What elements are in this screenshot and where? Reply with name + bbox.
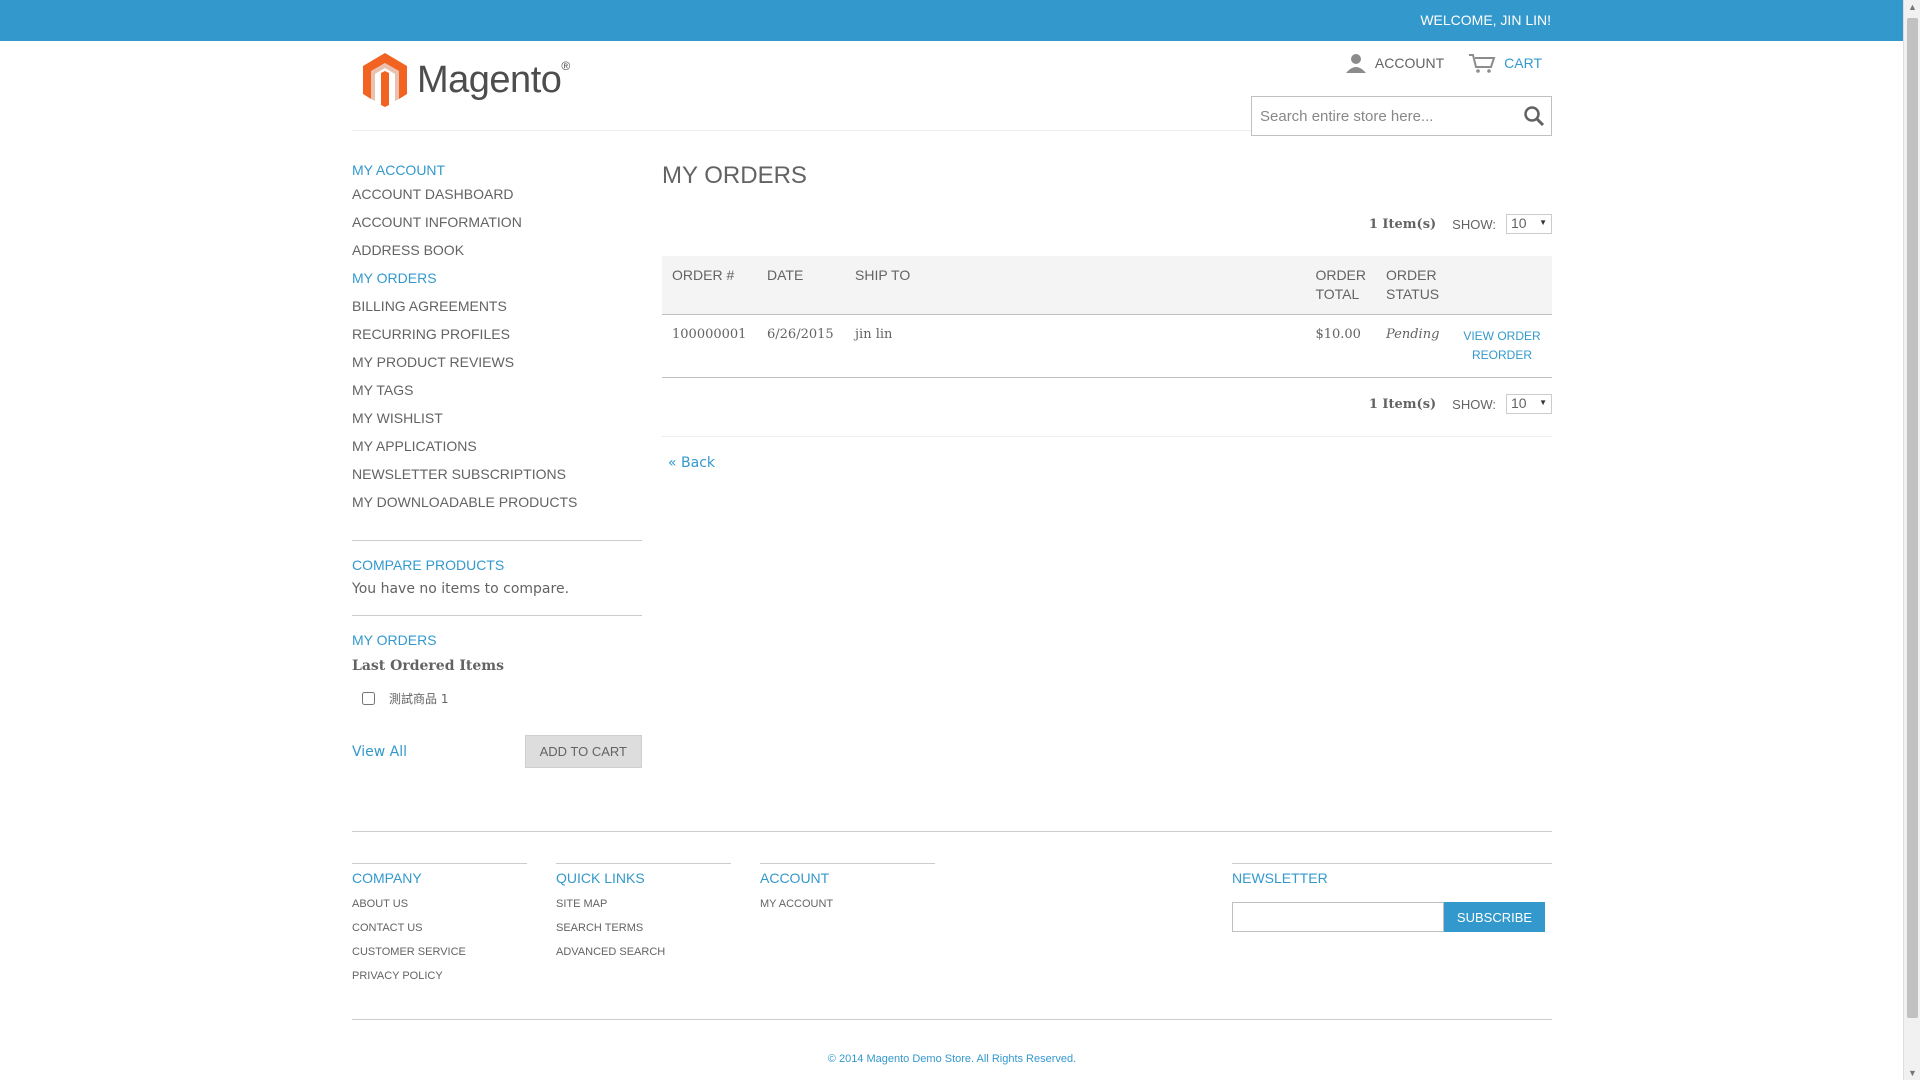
footer-link-advanced-search[interactable]: ADVANCED SEARCH: [556, 946, 731, 970]
cart-icon: [1469, 54, 1496, 73]
newsletter-email-input[interactable]: [1232, 902, 1444, 932]
col-order-number: ORDER #: [662, 256, 757, 315]
magento-logo[interactable]: Magento®: [361, 51, 570, 109]
my-orders-block-title: MY ORDERS: [352, 632, 437, 648]
search-box: [1251, 96, 1552, 136]
add-to-cart-button[interactable]: ADD TO CART: [524, 735, 642, 768]
footer-link-customer-service[interactable]: CUSTOMER SERVICE: [352, 946, 527, 970]
last-ordered-title: Last Ordered Items: [352, 658, 504, 674]
item-count: 1 Item(s): [1368, 396, 1437, 412]
col-order-status: ORDER STATUS: [1376, 256, 1452, 315]
view-all-link[interactable]: View All: [352, 744, 407, 760]
footer-company-title: COMPANY: [352, 870, 422, 886]
footer-link-my-account[interactable]: MY ACCOUNT: [760, 898, 935, 922]
scrollbar-thumb[interactable]: [1907, 18, 1918, 1018]
search-icon: [1524, 106, 1545, 127]
table-row: 100000001 6/26/2015 jin lin $10.00 Pendi…: [662, 314, 1552, 378]
page-scrollbar[interactable]: ▲ ▼: [1903, 0, 1920, 1080]
account-link[interactable]: ACCOUNT: [1345, 53, 1444, 73]
sidebar-item-billing-agreements[interactable]: BILLING AGREEMENTS: [352, 298, 642, 326]
col-date: DATE: [757, 256, 845, 315]
search-button[interactable]: [1523, 105, 1545, 132]
page-title: MY ORDERS: [662, 162, 807, 189]
show-label: SHOW:: [1452, 396, 1496, 412]
limit-select[interactable]: 10: [1506, 214, 1552, 234]
header-links: ACCOUNT CART: [1345, 53, 1542, 73]
footer-link-site-map[interactable]: SITE MAP: [556, 898, 731, 922]
logo-wordmark: Magento®: [417, 58, 570, 101]
sidebar-item-my-orders[interactable]: MY ORDERS: [352, 270, 642, 298]
sidebar-item-recurring-profiles[interactable]: RECURRING PROFILES: [352, 326, 642, 354]
sidebar-divider: [352, 540, 642, 541]
item-count: 1 Item(s): [1368, 216, 1437, 232]
col-actions: [1452, 256, 1552, 315]
top-bar: WELCOME, JIN LIN!: [0, 0, 1903, 41]
col-ship-to: SHIP TO: [845, 256, 1306, 315]
last-ordered-actions: View All ADD TO CART: [352, 735, 642, 768]
scroll-up-icon[interactable]: ▲: [1908, 2, 1917, 12]
footer-account: ACCOUNT MY ACCOUNT: [760, 863, 935, 922]
account-nav: ACCOUNT DASHBOARD ACCOUNT INFORMATION AD…: [352, 186, 642, 522]
magento-logo-icon: [363, 53, 407, 107]
footer-link-search-terms[interactable]: SEARCH TERMS: [556, 922, 731, 946]
footer-link-privacy-policy[interactable]: PRIVACY POLICY: [352, 970, 527, 994]
order-total: $10.00: [1305, 314, 1376, 378]
order-status: Pending: [1376, 314, 1452, 378]
sidebar-item-my-wishlist[interactable]: MY WISHLIST: [352, 410, 642, 438]
sidebar-item-my-tags[interactable]: MY TAGS: [352, 382, 642, 410]
footer-quick-links-title: QUICK LINKS: [556, 870, 645, 886]
footer-quick-links: QUICK LINKS SITE MAP SEARCH TERMS ADVANC…: [556, 863, 731, 970]
welcome-message: WELCOME, JIN LIN!: [1420, 12, 1551, 28]
sidebar-item-my-applications[interactable]: MY APPLICATIONS: [352, 438, 642, 466]
footer-account-title: ACCOUNT: [760, 870, 830, 886]
pager-top: 1 Item(s) SHOW: 10: [662, 212, 1552, 236]
orders-main: MY ORDERS 1 Item(s) SHOW: 10 ORDER # DAT…: [662, 162, 1552, 472]
order-number: 100000001: [662, 314, 757, 378]
account-sidebar: MY ACCOUNT ACCOUNT DASHBOARD ACCOUNT INF…: [352, 162, 642, 768]
cart-label: CART: [1504, 55, 1542, 71]
newsletter-title: NEWSLETTER: [1232, 870, 1328, 886]
copyright-text: © 2014 Magento Demo Store. All Rights Re…: [827, 1053, 1077, 1065]
footer-newsletter: NEWSLETTER SUBSCRIBE: [1232, 863, 1552, 932]
cart-link[interactable]: CART: [1468, 53, 1542, 73]
reorder-link[interactable]: REORDER: [1462, 346, 1542, 365]
site-footer: COMPANY ABOUT US CONTACT US CUSTOMER SER…: [352, 831, 1552, 982]
order-ship-to: jin lin: [845, 314, 1306, 378]
sidebar-item-address-book[interactable]: ADDRESS BOOK: [352, 242, 642, 270]
site-header: Magento® ACCOUNT CART: [352, 41, 1552, 136]
last-ordered-item-name[interactable]: 測試商品 1: [389, 690, 448, 707]
compare-products-title: COMPARE PRODUCTS: [352, 557, 505, 573]
sidebar-item-account-dashboard[interactable]: ACCOUNT DASHBOARD: [352, 186, 642, 214]
footer-company: COMPANY ABOUT US CONTACT US CUSTOMER SER…: [352, 863, 527, 994]
copyright-divider: [352, 1019, 1552, 1020]
col-order-total: ORDER TOTAL: [1305, 256, 1376, 315]
footer-link-about-us[interactable]: ABOUT US: [352, 898, 527, 922]
subscribe-button[interactable]: SUBSCRIBE: [1444, 902, 1545, 932]
order-actions: VIEW ORDER REORDER: [1452, 314, 1552, 378]
pager-bottom: 1 Item(s) SHOW: 10: [662, 392, 1552, 416]
main-divider: [662, 436, 1552, 437]
compare-empty-text: You have no items to compare.: [352, 581, 570, 597]
account-label: ACCOUNT: [1374, 55, 1445, 71]
limit-select[interactable]: 10: [1506, 394, 1552, 414]
sidebar-item-newsletter-subscriptions[interactable]: NEWSLETTER SUBSCRIPTIONS: [352, 466, 642, 494]
view-order-link[interactable]: VIEW ORDER: [1462, 327, 1542, 346]
order-date: 6/26/2015: [757, 314, 845, 378]
sidebar-divider: [352, 615, 642, 616]
sidebar-item-downloadable-products[interactable]: MY DOWNLOADABLE PRODUCTS: [352, 494, 642, 522]
sidebar-item-product-reviews[interactable]: MY PRODUCT REVIEWS: [352, 354, 642, 382]
user-icon: [1345, 54, 1366, 73]
search-input[interactable]: [1252, 97, 1507, 135]
my-account-title: MY ACCOUNT: [352, 162, 446, 178]
sidebar-item-account-information[interactable]: ACCOUNT INFORMATION: [352, 214, 642, 242]
orders-table: ORDER # DATE SHIP TO ORDER TOTAL ORDER S…: [662, 256, 1552, 378]
last-ordered-item-checkbox[interactable]: [362, 692, 375, 705]
back-link[interactable]: « Back: [668, 455, 715, 471]
scroll-down-icon[interactable]: ▼: [1908, 1068, 1917, 1078]
footer-link-contact-us[interactable]: CONTACT US: [352, 922, 527, 946]
table-header-row: ORDER # DATE SHIP TO ORDER TOTAL ORDER S…: [662, 256, 1552, 315]
show-label: SHOW:: [1452, 216, 1496, 232]
last-ordered-item: 測試商品 1: [352, 690, 642, 707]
